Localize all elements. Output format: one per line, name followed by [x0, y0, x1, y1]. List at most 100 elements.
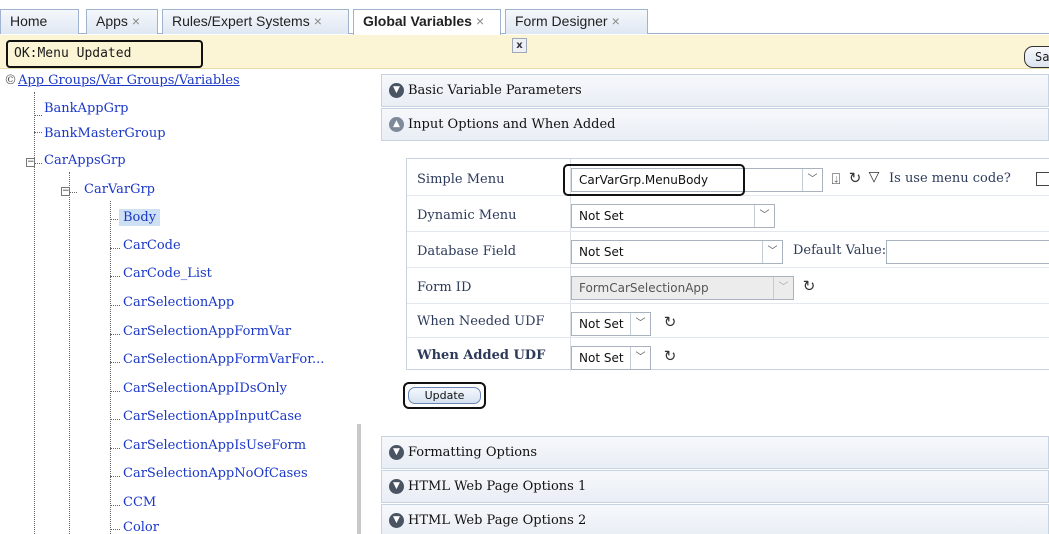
- section-input-options[interactable]: ▲ Input Options and When Added: [381, 108, 1049, 141]
- collapse-toggle-icon[interactable]: −: [61, 187, 70, 196]
- chevron-down-icon: ﹀: [802, 169, 822, 191]
- tab-close-icon[interactable]: ×: [132, 13, 140, 29]
- tree-node-variable[interactable]: CarSelectionAppIsUseForm: [119, 437, 310, 454]
- tree-line: [69, 172, 70, 534]
- refresh-icon[interactable]: ↻: [662, 313, 678, 331]
- chevron-down-icon: ▼: [389, 83, 404, 98]
- section-html-web-page-options-2[interactable]: ▼ HTML Web Page Options 2: [381, 504, 1049, 534]
- tree-line: [69, 192, 77, 193]
- tab-close-icon[interactable]: ×: [476, 13, 484, 29]
- collapse-toggle-icon[interactable]: −: [26, 158, 35, 167]
- tree-node-group[interactable]: BankAppGrp: [40, 100, 133, 117]
- tree-node-variable[interactable]: CarSelectionAppFormVar: [119, 323, 295, 340]
- tree-node-variable[interactable]: CarSelectionApp: [119, 294, 238, 311]
- status-message: OK:Menu Updated: [6, 40, 203, 68]
- form-id-value: FormCarSelectionApp: [579, 281, 709, 295]
- copyright-icon: ©: [4, 73, 17, 88]
- tab-close-icon[interactable]: ×: [314, 13, 322, 29]
- section-html-web-page-options-1[interactable]: ▼ HTML Web Page Options 1: [381, 470, 1049, 503]
- simple-menu-label: Simple Menu: [417, 172, 505, 187]
- tree-node-variable[interactable]: CCM: [119, 494, 160, 511]
- tree-node-subgroup[interactable]: CarVarGrp: [80, 181, 159, 198]
- import-icon[interactable]: ⍗: [828, 170, 844, 188]
- tree-node-variable[interactable]: CarSelectionAppFormVarFor...: [119, 351, 328, 368]
- tab-label: Rules/Expert Systems: [172, 13, 310, 29]
- chevron-down-icon: ▼: [389, 479, 404, 494]
- when-needed-udf-value: Not Set: [579, 317, 624, 331]
- is-use-menu-code-label: Is use menu code?: [889, 171, 1011, 186]
- form-id-label: Form ID: [417, 280, 472, 295]
- tree-line: [110, 201, 111, 534]
- chevron-down-icon: ▼: [389, 513, 404, 528]
- is-use-menu-code-checkbox[interactable]: [1036, 172, 1049, 186]
- dynamic-menu-value: Not Set: [579, 209, 624, 223]
- when-needed-udf-label: When Needed UDF: [417, 314, 545, 329]
- database-field-label: Database Field: [417, 244, 517, 259]
- form-id-select: FormCarSelectionApp ﹀: [571, 276, 794, 300]
- tab-label: Home: [10, 13, 48, 29]
- dynamic-menu-label: Dynamic Menu: [417, 208, 517, 223]
- status-close-icon[interactable]: x: [512, 38, 527, 53]
- chevron-down-icon: ﹀: [754, 205, 774, 227]
- tree-node-variable[interactable]: CarSelectionAppNoOfCases: [119, 465, 312, 482]
- tab-rules-expert-systems[interactable]: Rules/Expert Systems ×: [162, 9, 349, 34]
- refresh-icon[interactable]: ↻: [801, 277, 817, 295]
- section-title: Input Options and When Added: [408, 117, 616, 132]
- tree-root-label: App Groups/Var Groups/Variables: [18, 73, 240, 88]
- simple-menu-value: CarVarGrp.MenuBody: [579, 173, 709, 187]
- default-value-label: Default Value:: [793, 243, 887, 258]
- tree-node-group[interactable]: CarAppsGrp: [40, 152, 130, 169]
- database-field-select[interactable]: Not Set ﹀: [571, 240, 783, 264]
- section-basic-variable-parameters[interactable]: ▼ Basic Variable Parameters: [381, 74, 1049, 107]
- section-title: HTML Web Page Options 2: [408, 513, 587, 528]
- tab-form-designer[interactable]: Form Designer ×: [505, 9, 648, 34]
- tab-label: Global Variables: [363, 13, 472, 29]
- tab-home[interactable]: Home: [0, 9, 79, 34]
- status-bar: OK:Menu Updated x Save: [0, 35, 1049, 69]
- tree-node-variable[interactable]: Color: [119, 519, 163, 534]
- section-title: Formatting Options: [408, 445, 538, 460]
- refresh-icon[interactable]: ↻: [662, 347, 678, 365]
- chevron-up-icon: ▲: [389, 117, 404, 132]
- tree-node-variable-selected[interactable]: Body: [119, 209, 161, 226]
- row-divider: [407, 231, 1049, 232]
- variable-details-panel: ▼ Basic Variable Parameters ▲ Input Opti…: [381, 70, 1049, 534]
- when-needed-udf-select[interactable]: Not Set ﹀: [571, 312, 651, 336]
- tree-node-variable[interactable]: CarCode_List: [119, 265, 216, 282]
- section-title: Basic Variable Parameters: [408, 83, 582, 98]
- section-title: HTML Web Page Options 1: [408, 479, 587, 494]
- row-divider: [407, 337, 1049, 338]
- filter-icon[interactable]: ▽: [866, 169, 882, 185]
- when-added-udf-label: When Added UDF: [417, 348, 546, 363]
- when-added-udf-select[interactable]: Not Set ﹀: [571, 346, 651, 370]
- tab-apps[interactable]: Apps ×: [86, 9, 158, 34]
- dynamic-menu-select[interactable]: Not Set ﹀: [571, 204, 775, 228]
- save-button[interactable]: Save: [1024, 46, 1049, 68]
- tab-global-variables[interactable]: Global Variables ×: [353, 9, 501, 35]
- update-button-highlight: Update: [403, 382, 486, 409]
- tab-bar: Home Apps × Rules/Expert Systems × Global …: [0, 0, 1049, 35]
- tree-root-link[interactable]: ©App Groups/Var Groups/Variables: [4, 73, 240, 88]
- chevron-down-icon: ﹀: [762, 241, 782, 263]
- tree-node-variable[interactable]: CarSelectionAppIDsOnly: [119, 380, 291, 397]
- tree-node-group[interactable]: BankMasterGroup: [40, 125, 170, 142]
- default-value-input[interactable]: [886, 240, 1049, 264]
- tab-label: Apps: [96, 13, 128, 29]
- update-button[interactable]: Update: [408, 387, 481, 404]
- tree-node-variable[interactable]: CarCode: [119, 237, 185, 254]
- variable-tree: ©App Groups/Var Groups/Variables − − Ban…: [0, 70, 362, 534]
- chevron-down-icon: ▼: [389, 445, 404, 460]
- tree-scrollbar[interactable]: [357, 424, 361, 534]
- tab-close-icon[interactable]: ×: [612, 13, 620, 29]
- row-divider: [407, 195, 1049, 196]
- row-divider: [407, 267, 1049, 268]
- refresh-icon[interactable]: ↻: [847, 169, 863, 187]
- section-formatting-options[interactable]: ▼ Formatting Options: [381, 436, 1049, 469]
- simple-menu-select[interactable]: CarVarGrp.MenuBody ﹀: [571, 168, 823, 192]
- when-added-udf-value: Not Set: [579, 351, 624, 365]
- tree-node-variable[interactable]: CarSelectionAppInputCase: [119, 408, 306, 425]
- chevron-down-icon: ﹀: [773, 277, 793, 299]
- tab-label: Form Designer: [515, 13, 608, 29]
- row-divider: [407, 303, 1049, 304]
- database-field-value: Not Set: [579, 245, 624, 259]
